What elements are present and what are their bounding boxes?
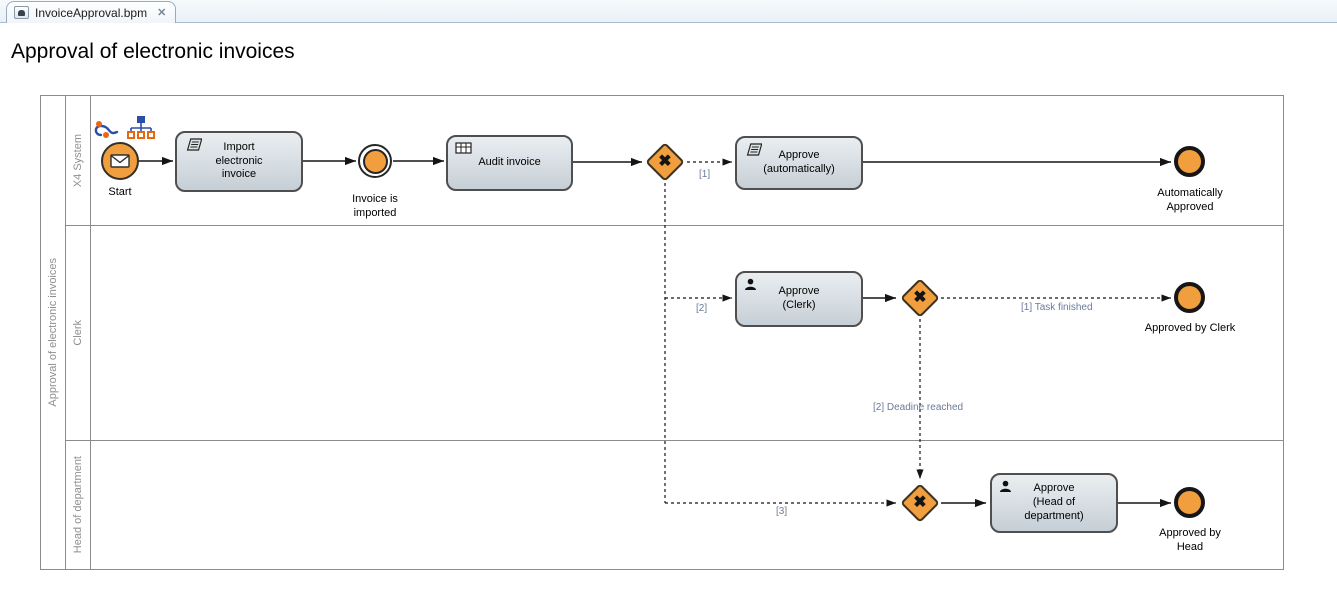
pool-label-cell: Approval of electronic invoices — [41, 96, 66, 569]
task-label: Approve (Head of department) — [1024, 482, 1083, 523]
lane-label-cell: X4 System — [66, 96, 91, 225]
lane-label: Head of department — [72, 456, 84, 553]
task-label: Import electronic invoice — [215, 141, 262, 182]
lane-label-cell: Clerk — [66, 226, 91, 440]
task-label: Approve (automatically) — [763, 149, 835, 177]
lane-label: X4 System — [72, 134, 84, 187]
script-icon — [744, 143, 762, 156]
table-icon — [455, 142, 472, 154]
task-label: Approve (Clerk) — [779, 285, 820, 313]
close-icon[interactable]: ✕ — [157, 6, 166, 19]
edge-label-1: [1] — [699, 169, 710, 180]
end-event-label: Approved by Clerk — [1120, 321, 1260, 335]
exclusive-gateway-2[interactable]: ✖ — [899, 277, 941, 319]
gateway-x-icon: ✖ — [913, 495, 926, 511]
end-event-label: Approved by Head — [1140, 526, 1240, 555]
end-event-approved-by-clerk[interactable] — [1174, 282, 1205, 313]
exclusive-gateway-1[interactable]: ✖ — [644, 141, 686, 183]
task-approve-clerk[interactable]: Approve (Clerk) — [735, 271, 863, 327]
editor-window: InvoiceApproval.bpm ✕ Approval of electr… — [0, 0, 1337, 608]
lane-label: Clerk — [72, 320, 84, 346]
lane-clerk[interactable]: Clerk — [66, 226, 1284, 441]
intermediate-event-invoice-imported[interactable] — [358, 144, 392, 178]
envelope-icon — [110, 154, 130, 168]
task-approve-head-of-department[interactable]: Approve (Head of department) — [990, 473, 1118, 533]
org-chart-icon[interactable] — [127, 114, 155, 140]
edge-label-task-finished: [1] Task finished — [1021, 302, 1093, 313]
person-icon — [999, 480, 1012, 493]
task-approve-automatically[interactable]: Approve (automatically) — [735, 136, 863, 190]
task-import-electronic-invoice[interactable]: Import electronic invoice — [175, 131, 303, 192]
gateway-x-icon: ✖ — [913, 290, 926, 306]
intermediate-event-label: Invoice is imported — [330, 192, 420, 221]
exclusive-gateway-3[interactable]: ✖ — [899, 482, 941, 524]
lane-label-cell: Head of department — [66, 441, 91, 569]
page-title: Approval of electronic invoices — [11, 40, 295, 64]
process-flow-icon[interactable] — [93, 119, 128, 141]
tab-invoiceapproval[interactable]: InvoiceApproval.bpm ✕ — [6, 1, 176, 23]
end-event-label: Automatically Approved — [1130, 186, 1250, 215]
gateway-x-icon: ✖ — [658, 154, 671, 170]
edge-label-2: [2] — [696, 303, 707, 314]
bpm-file-icon — [14, 6, 29, 19]
task-audit-invoice[interactable]: Audit invoice — [446, 135, 573, 191]
end-event-approved-by-head[interactable] — [1174, 487, 1205, 518]
intermediate-event-inner — [363, 149, 388, 174]
tab-bar: InvoiceApproval.bpm ✕ — [0, 0, 1337, 23]
person-icon — [744, 278, 757, 291]
edge-label-3: [3] — [776, 506, 787, 517]
script-icon — [184, 138, 202, 151]
end-event-automatically-approved[interactable] — [1174, 146, 1205, 177]
start-event-message[interactable] — [101, 142, 139, 180]
start-event-label: Start — [95, 185, 145, 199]
edge-label-deadline-reached: [2] Deadine reached — [873, 402, 963, 413]
tab-title: InvoiceApproval.bpm — [35, 6, 147, 20]
task-label: Audit invoice — [478, 156, 540, 170]
pool-label: Approval of electronic invoices — [47, 258, 59, 407]
